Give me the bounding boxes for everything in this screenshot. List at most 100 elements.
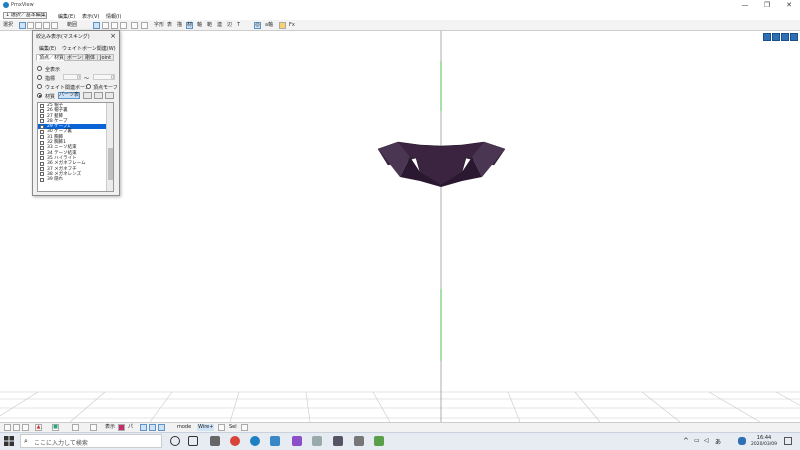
network-icon[interactable]: ▭ (694, 437, 700, 444)
panel-close-button[interactable]: × (110, 32, 116, 40)
menu-edit[interactable]: 編集(E) (58, 13, 75, 20)
tool-glyph[interactable]: 字形 (153, 22, 165, 29)
sb-green-icon[interactable]: ■ (52, 424, 59, 431)
panel-menu-weightbone[interactable]: ウェイトボーン関連(W) (62, 45, 116, 52)
sb-icon-5[interactable] (90, 424, 97, 431)
list-item-checkbox[interactable] (40, 135, 44, 140)
sb-icon-7[interactable] (149, 424, 156, 431)
list-item-checkbox[interactable] (40, 156, 44, 161)
cortana-icon[interactable] (170, 436, 180, 446)
sb-parts[interactable]: パ (127, 424, 134, 431)
tool-icon-6[interactable] (93, 22, 100, 29)
globe-icon[interactable]: ◎ (254, 22, 261, 29)
tool-icon-9[interactable] (120, 22, 127, 29)
sb-material-color[interactable] (118, 424, 125, 431)
app-icon-1[interactable] (210, 436, 220, 446)
list-item-checkbox[interactable] (40, 103, 44, 108)
list-item-checkbox[interactable] (40, 161, 44, 166)
sb-icon-3[interactable] (22, 424, 29, 431)
list-item-checkbox[interactable] (40, 114, 44, 119)
list-item-checkbox[interactable] (40, 119, 44, 124)
sb-mode[interactable]: mode (176, 424, 192, 431)
sb-sel[interactable]: Sel (228, 424, 238, 431)
clock-time[interactable]: 16:44 (754, 435, 774, 441)
tool-draw[interactable]: 描 (176, 22, 183, 29)
menu-info[interactable]: 情報(I) (106, 13, 121, 20)
pmxview-taskbar-icon[interactable] (250, 436, 260, 446)
parts-table-button[interactable]: パーツ表 (58, 92, 80, 99)
index-to-input[interactable]: 0 (93, 74, 115, 81)
task-view-icon[interactable] (188, 436, 198, 446)
app-icon-6[interactable] (354, 436, 364, 446)
list-scroll-thumb[interactable] (108, 148, 113, 180)
radio-weight-bone[interactable] (37, 84, 42, 89)
tab-joint[interactable]: Joint (97, 54, 115, 61)
list-item-checkbox[interactable] (40, 151, 44, 156)
tool-icon-7[interactable] (102, 22, 109, 29)
sb-icon-2[interactable] (13, 424, 20, 431)
radio-index[interactable] (37, 75, 42, 80)
maximize-button[interactable]: ❐ (756, 0, 778, 11)
mode-dropdown[interactable]: 1 選択／基本編集 (3, 12, 47, 19)
close-button[interactable]: ✕ (778, 0, 800, 11)
sb-display[interactable]: 表示 (104, 424, 116, 431)
radio-vertex-morph[interactable] (86, 84, 91, 89)
invert-button[interactable] (105, 92, 114, 99)
list-item-checkbox[interactable] (40, 145, 44, 150)
volume-icon[interactable]: ◁ (704, 437, 709, 444)
windows-start-icon[interactable] (4, 436, 14, 446)
check-none-button[interactable] (94, 92, 103, 99)
sb-icon-4[interactable] (72, 424, 79, 431)
app-icon-4[interactable] (312, 436, 322, 446)
action-center-icon[interactable] (784, 437, 792, 445)
3d-viewport[interactable] (0, 31, 800, 422)
list-item-checkbox[interactable] (40, 129, 44, 134)
tab-rigidbody[interactable]: 剛体 (82, 54, 99, 61)
material-list[interactable]: 25 帽子 26 帽子裏 27 髪飾 28 ケープ 29 ケープ1 30 ケープ裏 31 胸… (37, 102, 114, 192)
app-icon-7[interactable] (374, 436, 384, 446)
tool-link[interactable]: 連 (216, 22, 223, 29)
tool-range2[interactable]: 範 (206, 22, 213, 29)
tool-material[interactable]: 材 (186, 22, 193, 29)
tool-icon-4[interactable] (43, 22, 50, 29)
list-scrollbar[interactable] (106, 103, 113, 191)
sb-warning-icon[interactable]: ▲ (35, 424, 42, 431)
view-zoom-icon[interactable] (781, 33, 789, 41)
tab-vertex-material[interactable]: 頂点／材質 (36, 54, 68, 61)
tool-icon-11[interactable] (141, 22, 148, 29)
tool-table[interactable]: 表 (166, 22, 173, 29)
list-item-checkbox[interactable] (40, 140, 44, 145)
radio-show-all[interactable] (37, 66, 42, 71)
tool-icon-8[interactable] (111, 22, 118, 29)
view-rotate-icon[interactable] (772, 33, 780, 41)
sb-icon-10[interactable] (241, 424, 248, 431)
index-from-input[interactable]: 0 (63, 74, 81, 81)
ime-icon[interactable]: あ (715, 437, 721, 446)
app-icon-3[interactable] (292, 436, 302, 446)
tool-icon-1[interactable] (19, 22, 26, 29)
sb-wire[interactable]: Wire+ (197, 424, 215, 431)
panel-menu-edit[interactable]: 編集(E) (39, 45, 56, 52)
list-item-checkbox[interactable] (40, 172, 44, 177)
chrome-icon[interactable] (230, 436, 240, 446)
tool-select[interactable]: 選択 (2, 22, 14, 29)
tool-icon-2[interactable] (27, 22, 34, 29)
tool-fx[interactable]: Fx (288, 22, 296, 29)
view-reset-icon[interactable] (790, 33, 798, 41)
view-move-icon[interactable] (763, 33, 771, 41)
check-all-button[interactable] (83, 92, 92, 99)
tool-edge[interactable]: 辺 (226, 22, 233, 29)
tool-icon-3[interactable] (35, 22, 42, 29)
tool-range[interactable]: 範囲 (66, 22, 78, 29)
menu-view[interactable]: 表示(V) (82, 13, 99, 20)
sb-icon-8[interactable] (158, 424, 165, 431)
clock-date[interactable]: 2020/03/09 (749, 442, 779, 447)
list-item-checkbox[interactable] (40, 177, 44, 182)
tool-axis[interactable]: 軸 (196, 22, 203, 29)
tool-icon-10[interactable] (131, 22, 138, 29)
sb-icon-1[interactable] (4, 424, 11, 431)
sb-icon-6[interactable] (140, 424, 147, 431)
notification-app-icon[interactable] (738, 437, 746, 445)
sb-icon-9[interactable] (218, 424, 225, 431)
app-icon-2[interactable] (270, 436, 280, 446)
